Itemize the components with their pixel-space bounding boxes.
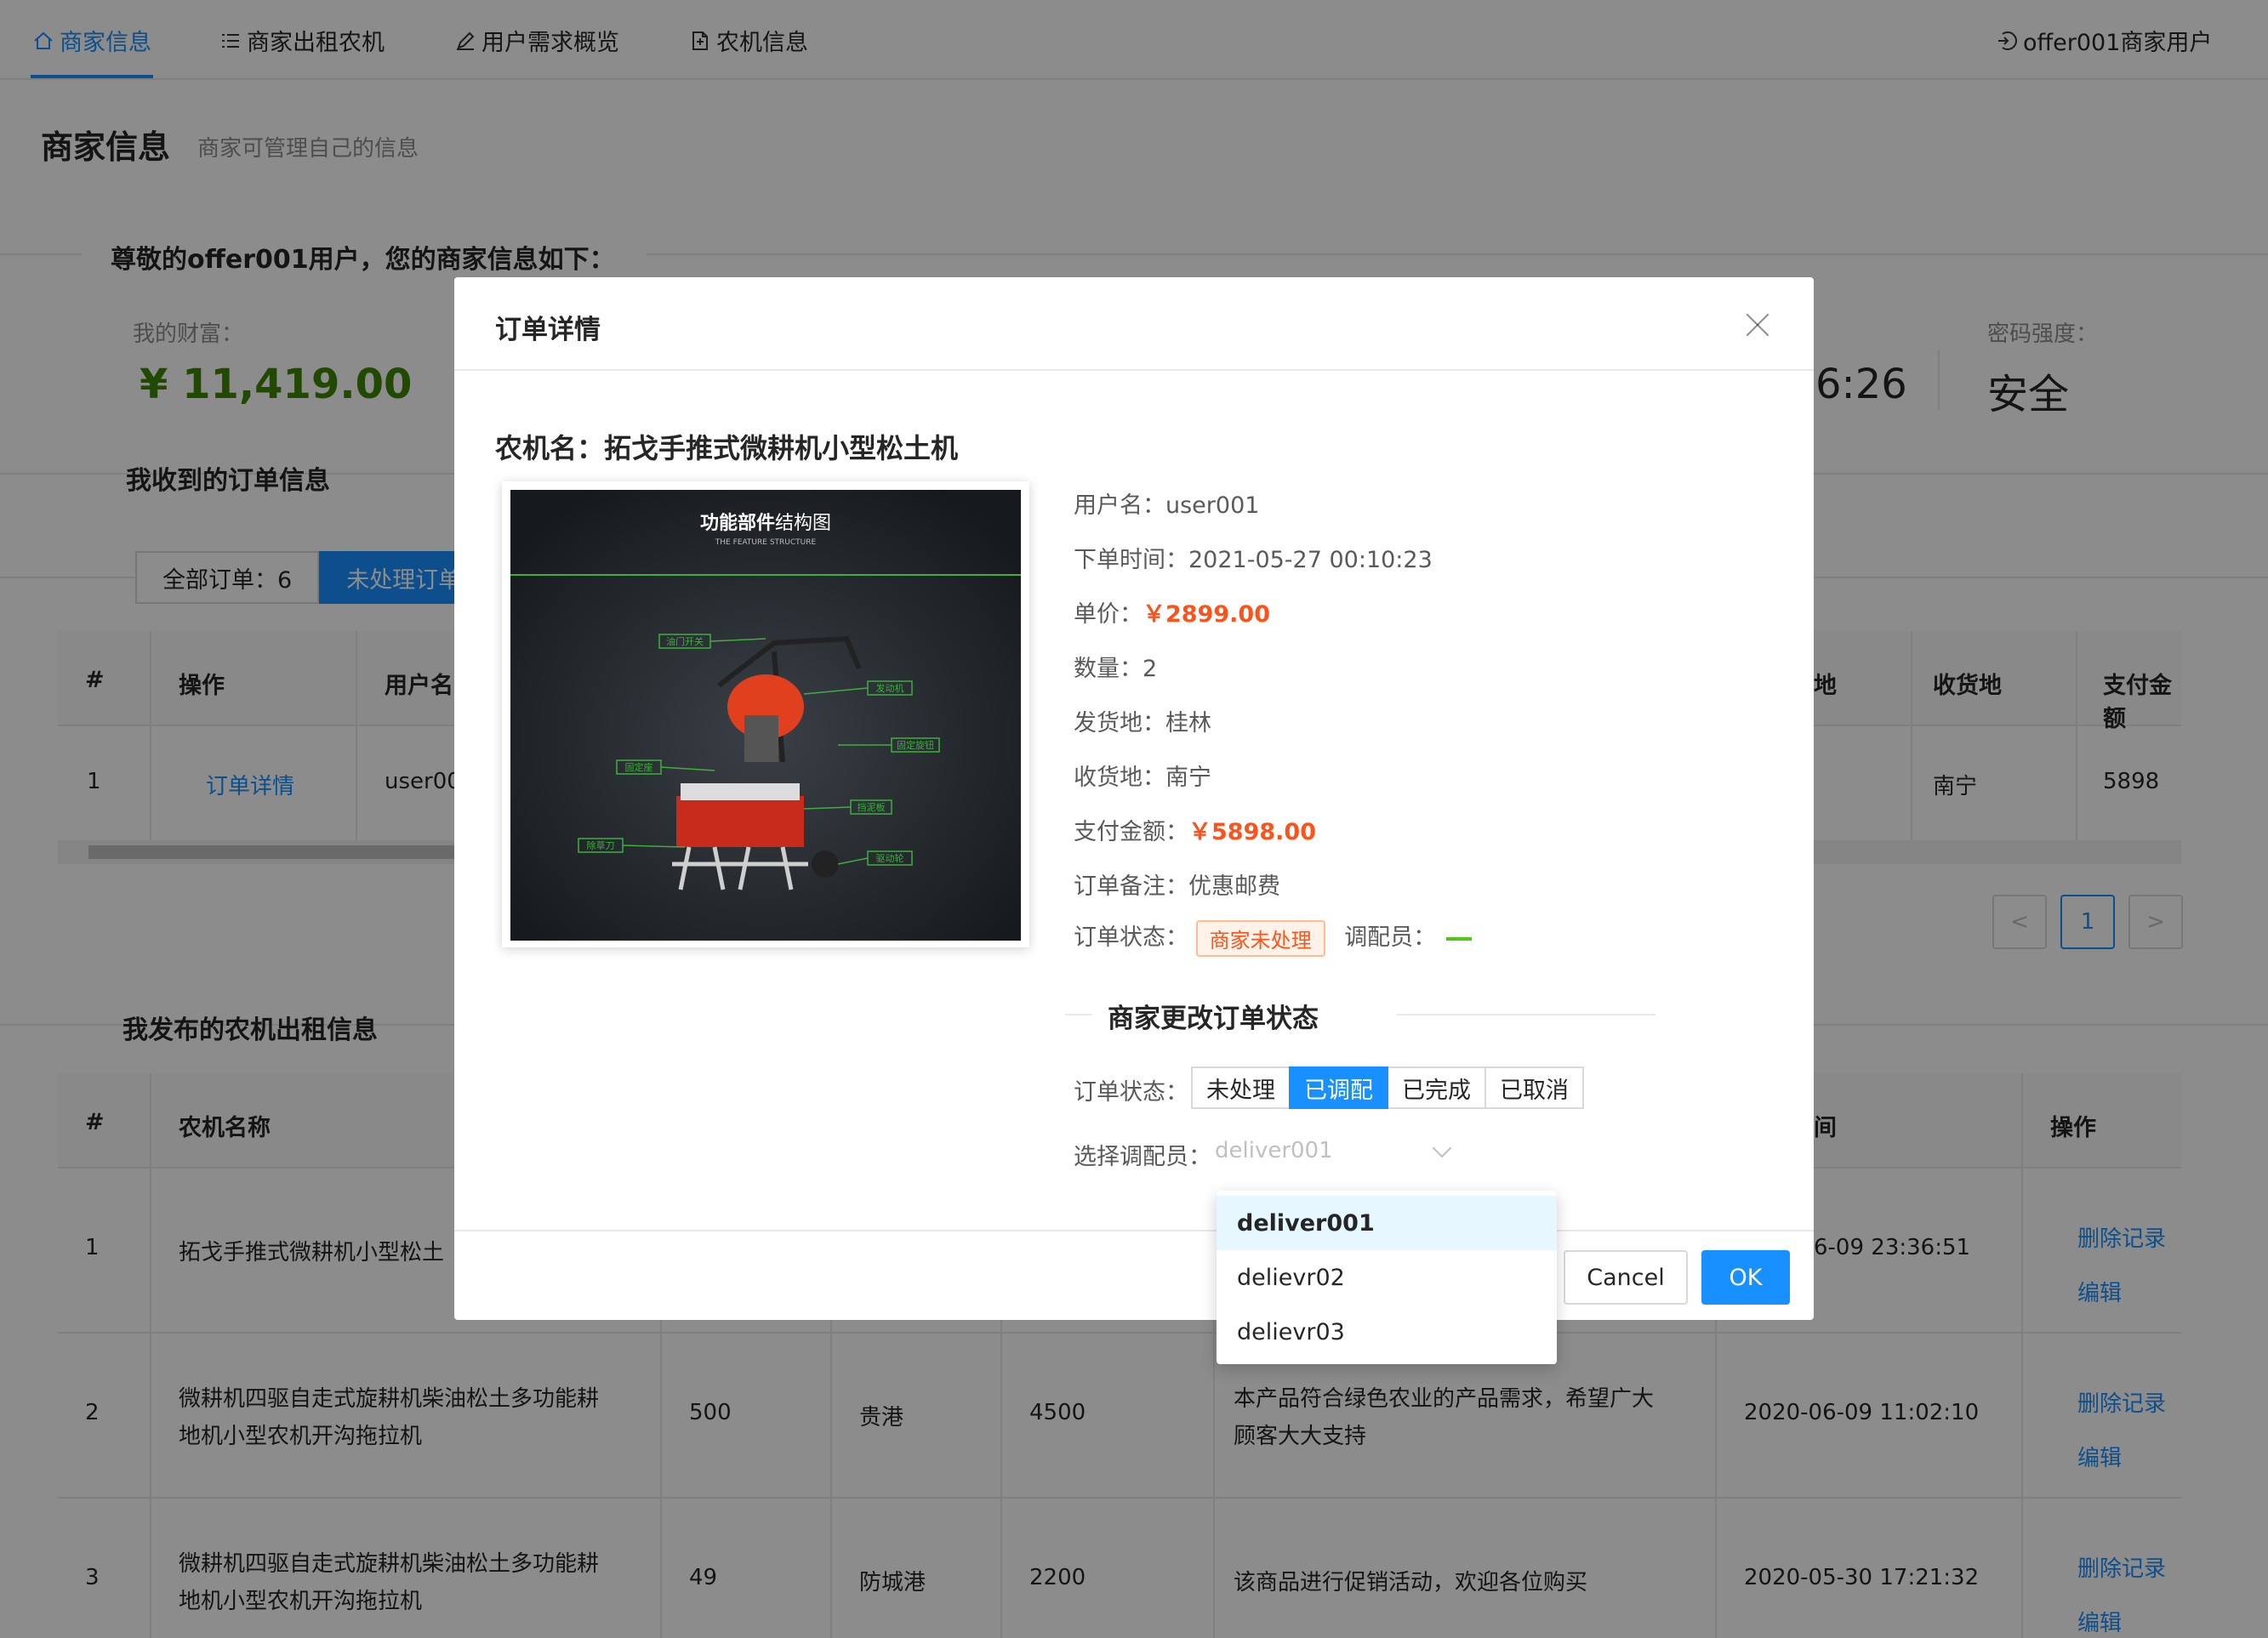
dispatcher-select-placeholder: deliver001 [1215, 1138, 1333, 1163]
dispatcher-select-label: 选择调配员： [1074, 1144, 1211, 1170]
status-option-cancelled[interactable]: 已取消 [1484, 1066, 1584, 1109]
info-quantity: 数量：2 [1074, 656, 1158, 682]
info-ship-from: 发货地：桂林 [1074, 710, 1211, 737]
status-segmented-control: 未处理 已调配 已完成 已取消 [1191, 1066, 1584, 1109]
image-subheading: THE FEATURE STRUCTURE [715, 538, 817, 547]
image-heading-bold: 功能部件 [700, 512, 775, 534]
status-option-completed[interactable]: 已完成 [1387, 1066, 1486, 1109]
image-heading: 结构图 [775, 513, 831, 534]
callout-label: 油门开关 [666, 635, 704, 647]
status-select-label: 订单状态： [1074, 1079, 1188, 1106]
svg-text:功能部件结构图: 功能部件结构图 [700, 512, 831, 534]
change-status-title: 商家更改订单状态 [1108, 1004, 1319, 1034]
callout-label: 挡泥板 [858, 801, 886, 813]
machine-photo-frame: 功能部件结构图 THE FEATURE STRUCTURE 油门开关 发动机 固… [502, 481, 1029, 947]
info-note: 订单备注：优惠邮费 [1074, 873, 1280, 900]
status-badge: 商家未处理 [1195, 920, 1325, 957]
callout-label: 除草刀 [587, 839, 615, 851]
payment-value: ￥5898.00 [1188, 819, 1316, 845]
unit-price-label: 单价： [1074, 601, 1143, 628]
divider [1397, 1014, 1655, 1015]
cancel-button[interactable]: Cancel [1564, 1250, 1688, 1305]
dropdown-option[interactable]: deliver001 [1217, 1196, 1557, 1250]
status-option-dispatched[interactable]: 已调配 [1289, 1066, 1388, 1109]
modal-title: 订单详情 [495, 315, 601, 345]
ok-button[interactable]: OK [1701, 1250, 1790, 1305]
info-user: 用户名：user001 [1074, 492, 1260, 519]
machine-name: 农机名：拓戈手推式微耕机小型松土机 [495, 432, 959, 464]
machine-photo: 功能部件结构图 THE FEATURE STRUCTURE 油门开关 发动机 固… [510, 490, 1021, 941]
unit-price-value: ￥2899.00 [1143, 601, 1270, 628]
status-option-unprocessed[interactable]: 未处理 [1191, 1066, 1291, 1109]
divider [1065, 1014, 1092, 1015]
info-unit-price: 单价：￥2899.00 [1074, 595, 1270, 628]
modal-header: 订单详情 [454, 277, 1814, 371]
info-order-time: 下单时间：2021-05-27 00:10:23 [1074, 547, 1433, 573]
callout-label: 固定旋钮 [897, 739, 934, 751]
chevron-down-icon [1433, 1141, 1450, 1158]
dropdown-option[interactable]: delievr03 [1217, 1305, 1557, 1359]
dispatcher-empty-indicator [1446, 936, 1473, 941]
callout-label: 发动机 [876, 682, 904, 694]
callout-label: 驱动轮 [876, 852, 904, 864]
close-icon[interactable] [1746, 313, 1769, 337]
order-detail-modal: 订单详情 农机名：拓戈手推式微耕机小型松土机 功能部件结构图 THE FEATU… [454, 277, 1814, 1320]
info-ship-to: 收货地：南宁 [1074, 765, 1211, 791]
info-status: 订单状态： 商家未处理 调配员： [1074, 919, 1473, 957]
callout-label: 固定座 [625, 761, 653, 773]
info-payment: 支付金额：￥5898.00 [1074, 813, 1316, 846]
status-label: 订单状态： [1074, 924, 1188, 951]
dropdown-option[interactable]: delievr02 [1217, 1250, 1557, 1305]
dispatcher-dropdown: deliver001 delievr02 delievr03 [1217, 1191, 1557, 1364]
payment-label: 支付金额： [1074, 819, 1188, 845]
dispatcher-label: 调配员： [1344, 924, 1437, 951]
dispatcher-select[interactable]: deliver001 [1215, 1126, 1487, 1177]
modal-footer-divider [454, 1230, 1814, 1231]
